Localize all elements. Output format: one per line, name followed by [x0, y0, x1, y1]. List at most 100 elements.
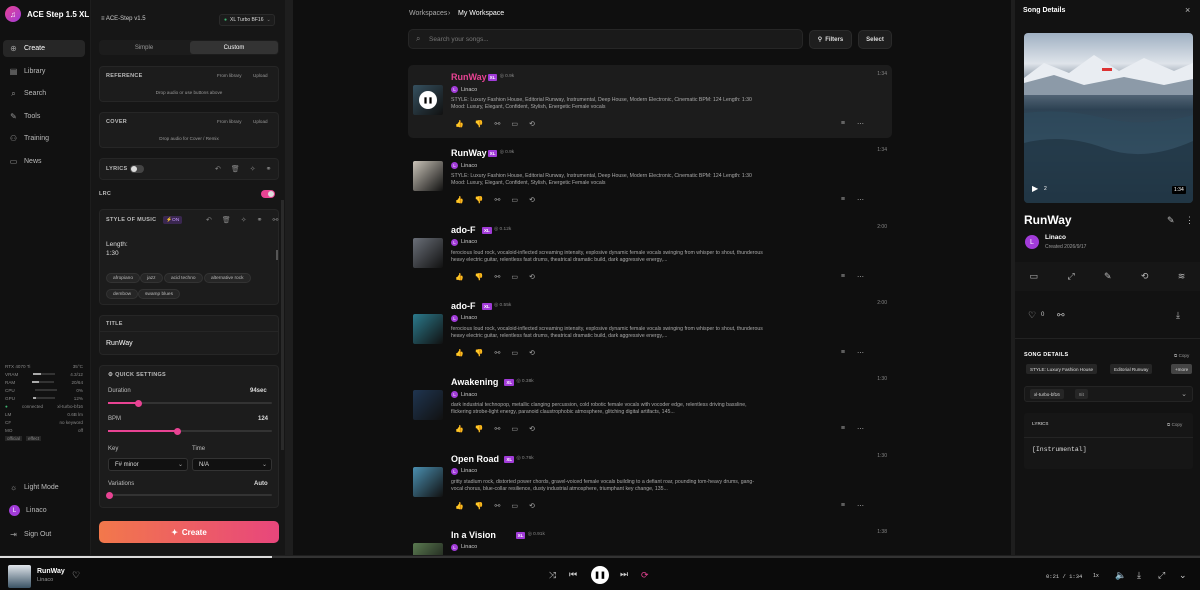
share-icon[interactable]: ⚯ [494, 120, 500, 128]
copy-lyrics-button[interactable]: ⧉ Copy [1167, 422, 1182, 427]
more-tags-button[interactable]: +more [1171, 364, 1193, 374]
layers-icon[interactable]: ≋ [1178, 271, 1186, 282]
song-row[interactable]: Open Road XL ◎ 0.76k 1:30 L Linaco gritty stad… [408, 447, 892, 520]
pause-button[interactable]: ❚❚ [419, 91, 437, 109]
heart-icon[interactable]: ♡ [72, 570, 80, 581]
artist-name[interactable]: Linaco [1045, 234, 1066, 241]
reference-dropzone[interactable]: Drop audio or use buttons above [100, 90, 278, 95]
video-icon[interactable]: ▭ [511, 120, 518, 128]
tab-simple[interactable]: Simple [100, 41, 188, 54]
style-chip[interactable]: dembow [106, 289, 139, 299]
playback-progress[interactable] [0, 556, 1200, 558]
select-button[interactable]: Select [858, 30, 892, 49]
song-thumbnail[interactable] [413, 237, 443, 268]
queue-icon[interactable]: ≡ [841, 273, 845, 281]
song-title[interactable]: Awakening [451, 377, 498, 387]
shuffle-icon[interactable]: ⚯ [273, 216, 279, 224]
scrollbar[interactable] [276, 250, 278, 260]
play-icon[interactable]: ▶ [1032, 184, 1038, 193]
cover-upload-button[interactable]: Upload [253, 119, 268, 124]
song-row[interactable]: ado-F XL ◎ 0.12k 2:00 L Linaco ferocious loud … [408, 218, 892, 291]
nav-item-tools[interactable]: ✎ Tools [3, 108, 85, 125]
song-title[interactable]: RunWay [451, 72, 487, 82]
thumbs-up-icon[interactable]: 👍 [455, 120, 464, 128]
thumbs-down-icon[interactable]: 👎 [475, 425, 484, 433]
style-chip[interactable]: afropiano [106, 273, 141, 283]
video-icon[interactable]: ▭ [511, 502, 518, 510]
thumbs-up-icon[interactable]: 👍 [455, 349, 464, 357]
nav-item-news[interactable]: ▭ News [3, 153, 85, 170]
nav-item-training[interactable]: ⚇ Training [3, 130, 85, 147]
filters-button[interactable]: ⚲ Filters [809, 30, 852, 49]
song-artist[interactable]: L Linaco [451, 162, 477, 170]
song-artist[interactable]: L Linaco [451, 238, 477, 246]
style-chip[interactable]: alternative rock [204, 273, 251, 283]
thumbs-down-icon[interactable]: 👎 [475, 502, 484, 510]
style-on-badge[interactable]: ⚡ ON [163, 216, 183, 224]
queue-icon[interactable]: ≡ [841, 120, 845, 128]
repeat-icon[interactable]: ⟳ [641, 570, 649, 581]
artist-avatar[interactable]: L [1025, 235, 1039, 249]
bpm-slider[interactable] [108, 427, 272, 435]
remix-icon[interactable]: ⟲ [529, 502, 535, 510]
pause-button[interactable]: ❚❚ [591, 566, 609, 584]
song-thumbnail[interactable] [413, 542, 443, 555]
style-textarea[interactable]: Length: 1:30 [106, 240, 128, 258]
panel-divider[interactable] [285, 0, 293, 555]
song-row[interactable]: RunWay XL ◎ 0.9k 1:34 L Linaco STYLE: Luxury F… [408, 141, 892, 214]
thumbs-down-icon[interactable]: 👎 [475, 196, 484, 204]
lrc-toggle[interactable] [261, 190, 275, 198]
remix-icon[interactable]: ⟲ [529, 425, 535, 433]
thumbs-down-icon[interactable]: 👎 [475, 120, 484, 128]
song-title[interactable]: ado-F [451, 225, 476, 235]
song-row[interactable]: ❚❚ RunWay XL ◎ 0.9k 1:34 L Linaco STYLE: Luxury… [408, 65, 892, 138]
link-icon[interactable]: ⚭ [266, 165, 272, 173]
thumbs-up-icon[interactable]: 👍 [455, 425, 464, 433]
song-artist[interactable]: L Linaco [451, 543, 477, 551]
previous-icon[interactable]: ⏮ [569, 569, 577, 580]
create-button[interactable]: ✦ Create [99, 521, 279, 543]
song-artist[interactable]: L Linaco [451, 467, 477, 475]
video-icon[interactable]: ▭ [511, 273, 518, 281]
remix-icon[interactable]: ⟲ [529, 196, 535, 204]
model-info-row[interactable]: xl-turbo-bf16 8it ⌄ [1024, 386, 1193, 402]
variations-slider[interactable] [106, 491, 272, 499]
thumbs-up-icon[interactable]: 👍 [455, 273, 464, 281]
video-icon[interactable]: ▭ [511, 425, 518, 433]
song-title[interactable]: ado-F [451, 301, 476, 311]
extend-icon[interactable]: ⤢ [1068, 271, 1075, 282]
edit-icon[interactable]: ✎ [1167, 215, 1175, 226]
remix-icon[interactable]: ⟲ [529, 120, 535, 128]
cover-video[interactable]: ▶ 2 1:34 [1024, 33, 1193, 203]
more-icon[interactable]: ⋯ [857, 349, 864, 357]
search-input[interactable]: ⌕ Search your songs... [408, 29, 803, 49]
edit-icon[interactable]: ✎ [1104, 271, 1112, 282]
thumbs-up-icon[interactable]: 👍 [455, 196, 464, 204]
nav-item-library[interactable]: ▤ Library [3, 63, 85, 80]
remix-icon[interactable]: ⟲ [1141, 271, 1149, 282]
key-select[interactable]: F# minor ⌄ [108, 458, 188, 471]
title-input[interactable]: RunWay [106, 340, 133, 347]
video-icon[interactable]: ▭ [1030, 271, 1039, 282]
more-icon[interactable]: ⋮ [1185, 215, 1194, 226]
magic-icon[interactable]: ✧ [241, 216, 247, 224]
collapse-icon[interactable]: ‹ [84, 10, 86, 17]
more-icon[interactable]: ⋯ [857, 196, 864, 204]
reference-from-library-button[interactable]: From library [217, 73, 242, 78]
remix-icon[interactable]: ⟲ [529, 349, 535, 357]
duration-slider[interactable] [108, 399, 272, 407]
nav-item-search[interactable]: ⌕ Search [3, 85, 85, 102]
player-artist[interactable]: Linaco [37, 577, 53, 583]
song-artist[interactable]: L Linaco [451, 314, 477, 322]
style-chip[interactable]: jazz [140, 273, 163, 283]
time-select[interactable]: N/A ⌄ [192, 458, 272, 471]
song-title[interactable]: RunWay [451, 148, 487, 158]
song-artist[interactable]: L Linaco [451, 391, 477, 399]
song-thumbnail[interactable] [413, 466, 443, 497]
song-thumbnail[interactable] [413, 161, 443, 192]
playback-speed[interactable]: 1x [1093, 573, 1099, 579]
remix-icon[interactable]: ⟲ [529, 273, 535, 281]
heart-icon[interactable]: ♡ [1028, 310, 1036, 321]
reference-upload-button[interactable]: Upload [253, 73, 268, 78]
queue-icon[interactable]: ≡ [841, 425, 845, 433]
